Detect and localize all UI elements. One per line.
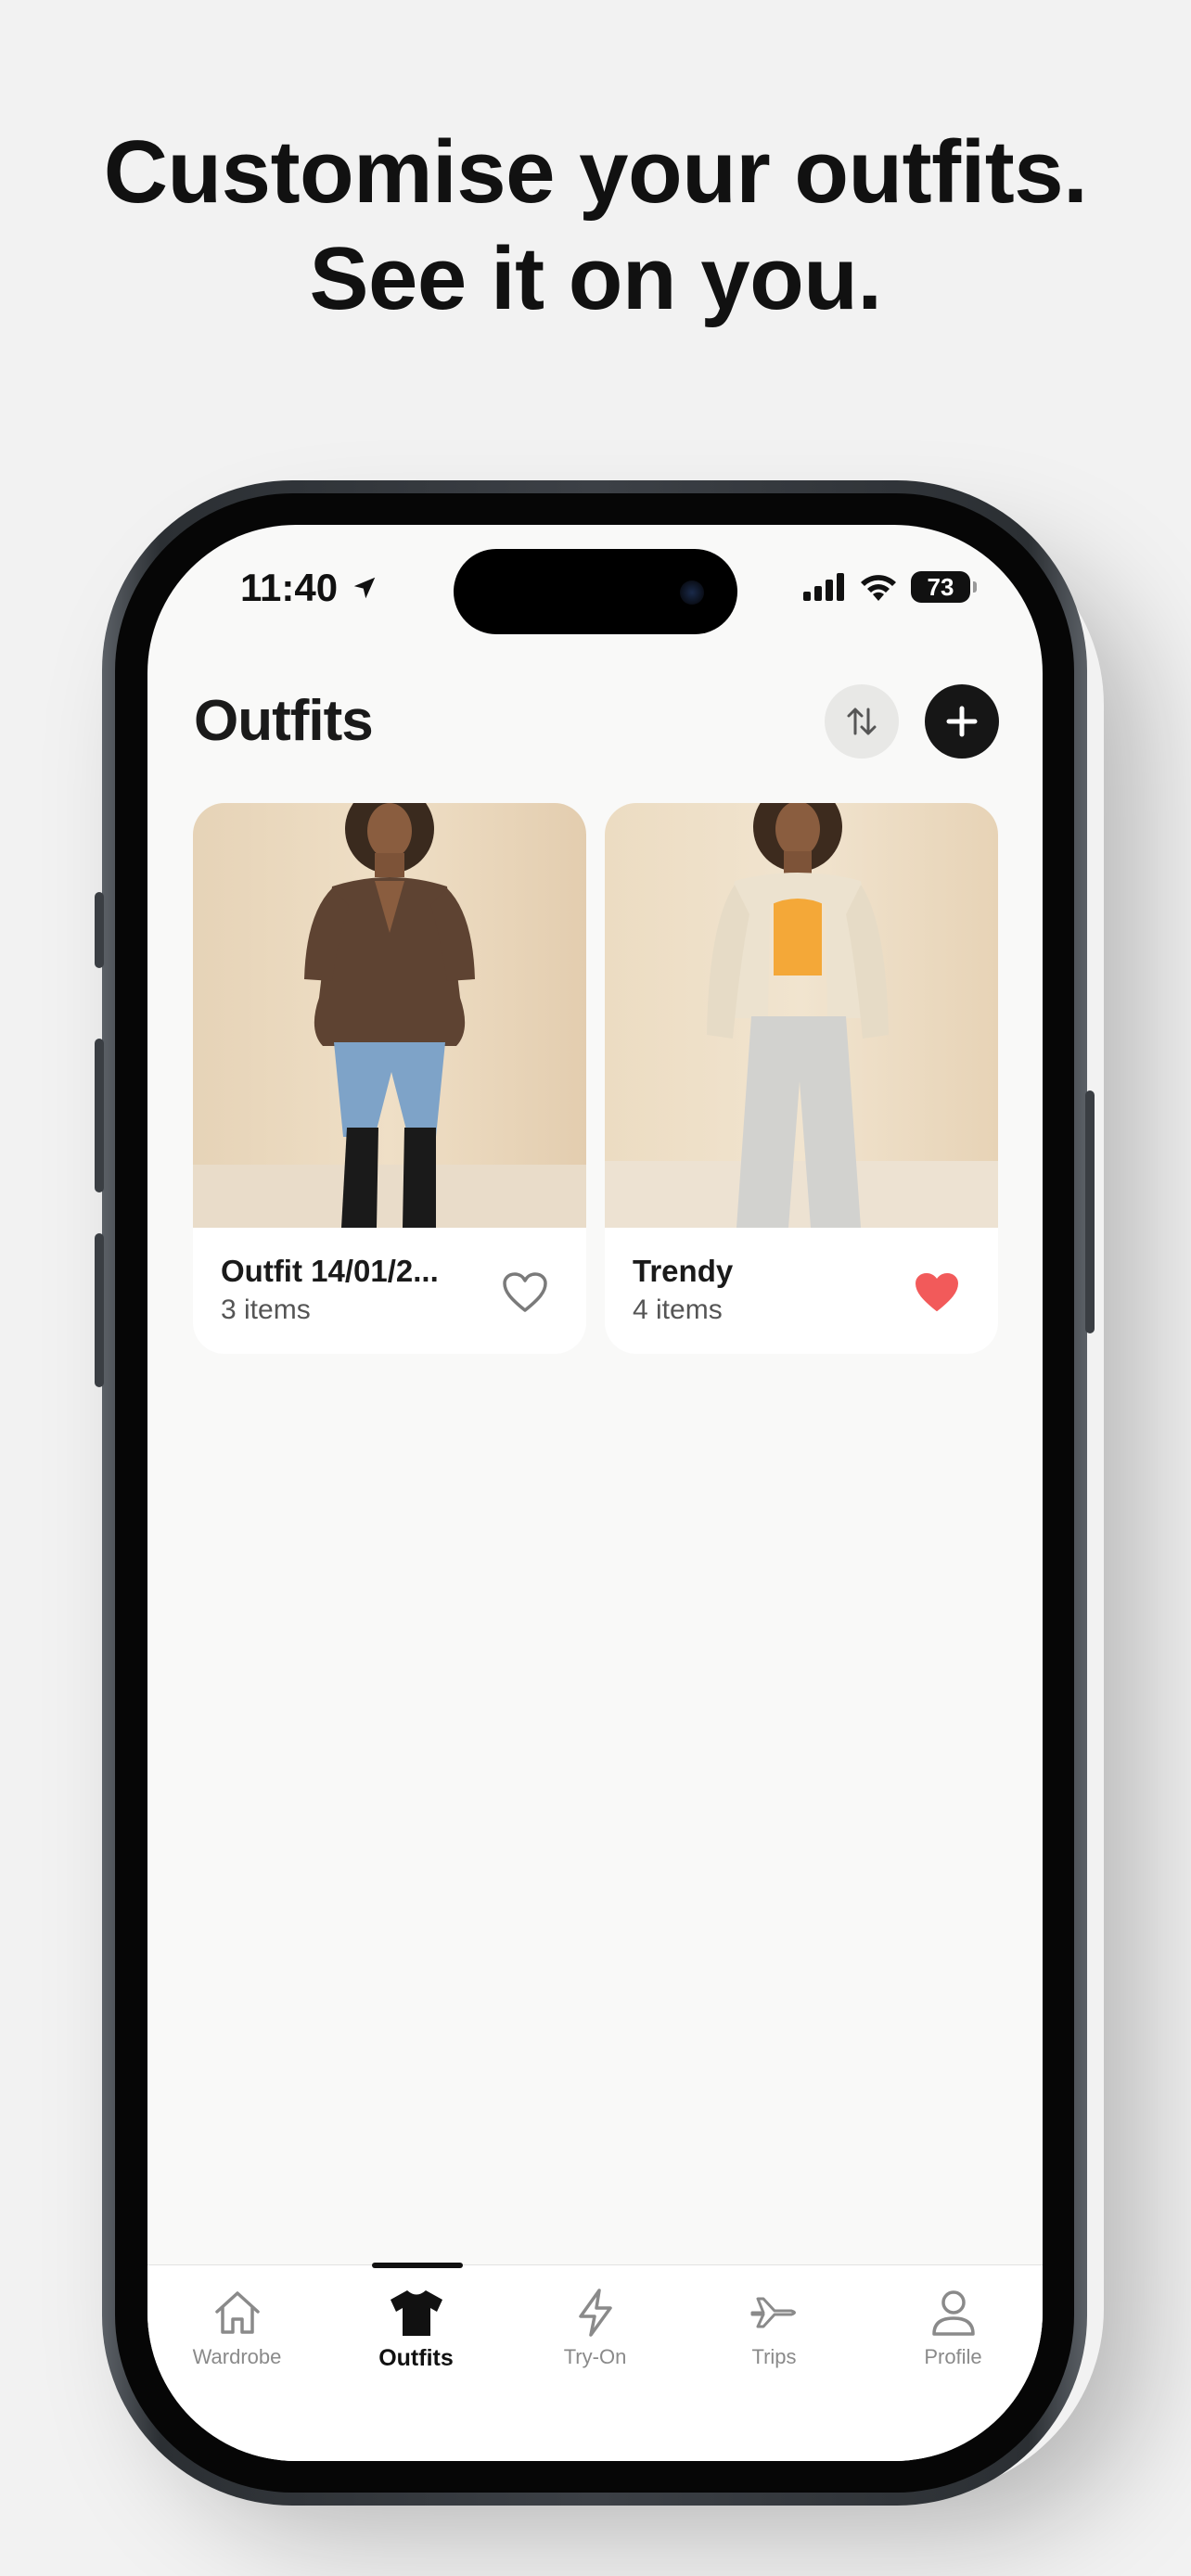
- status-time: 11:40: [240, 566, 378, 610]
- tab-label: Trips: [751, 2345, 797, 2368]
- phone-screen: 11:40 73 Outfits Outfit 14/01/2... 3 ite…: [147, 525, 1043, 2461]
- tab-outfits[interactable]: Outfits: [327, 2265, 506, 2404]
- status-time-text: 11:40: [240, 566, 339, 609]
- outfit-item-count: 3 items: [221, 1294, 311, 1325]
- sort-button[interactable]: [825, 684, 899, 759]
- page-title: Outfits: [194, 689, 374, 753]
- front-camera: [680, 580, 704, 605]
- sort-arrows-icon: [847, 708, 877, 735]
- tab-label: Profile: [924, 2345, 982, 2368]
- marketing-headline: Customise your outfits. See it on you.: [0, 119, 1191, 332]
- person-icon: [931, 2290, 975, 2336]
- tab-profile[interactable]: Profile: [864, 2265, 1043, 2404]
- outfit-photo: [193, 803, 586, 1228]
- volume-up-button: [95, 1039, 104, 1192]
- headline-line-1: Customise your outfits.: [103, 122, 1088, 222]
- favorite-button[interactable]: [911, 1269, 963, 1317]
- outfit-card[interactable]: Trendy 4 items: [605, 803, 998, 1354]
- favorite-button[interactable]: [499, 1269, 551, 1317]
- tab-try-on[interactable]: Try-On: [506, 2265, 685, 2404]
- home-icon: [214, 2291, 260, 2334]
- outfit-title: Trendy: [633, 1254, 734, 1288]
- heart-outline-icon: [503, 1272, 547, 1312]
- tab-wardrobe[interactable]: Wardrobe: [147, 2265, 327, 2404]
- outfit-photo: [605, 803, 998, 1228]
- plus-icon: [946, 706, 978, 737]
- wifi-icon: [861, 575, 896, 601]
- battery-icon: 73: [911, 571, 977, 603]
- outfit-title: Outfit 14/01/2...: [221, 1254, 439, 1288]
- action-button: [95, 892, 104, 968]
- location-arrow-icon: [353, 577, 376, 599]
- tab-trips[interactable]: Trips: [685, 2265, 864, 2404]
- battery-level: 73: [927, 572, 954, 601]
- power-button: [1085, 1090, 1095, 1333]
- tab-bar: Wardrobe Outfits Try-On Trips Profile: [147, 2263, 1043, 2461]
- tab-label: Outfits: [378, 2345, 454, 2371]
- add-outfit-button[interactable]: [925, 684, 999, 759]
- outfit-card[interactable]: Outfit 14/01/2... 3 items: [193, 803, 586, 1354]
- heart-filled-icon: [916, 1273, 958, 1311]
- tshirt-icon: [390, 2290, 442, 2336]
- tab-label: Wardrobe: [192, 2345, 282, 2368]
- status-indicators: 73: [803, 571, 977, 603]
- tab-label: Try-On: [563, 2345, 627, 2368]
- cellular-signal-icon: [803, 573, 844, 601]
- outfit-item-count: 4 items: [633, 1294, 723, 1325]
- headline-line-2: See it on you.: [309, 229, 882, 328]
- volume-down-button: [95, 1233, 104, 1387]
- airplane-icon: [750, 2297, 796, 2328]
- lightning-icon: [578, 2289, 612, 2337]
- dynamic-island: [454, 549, 737, 634]
